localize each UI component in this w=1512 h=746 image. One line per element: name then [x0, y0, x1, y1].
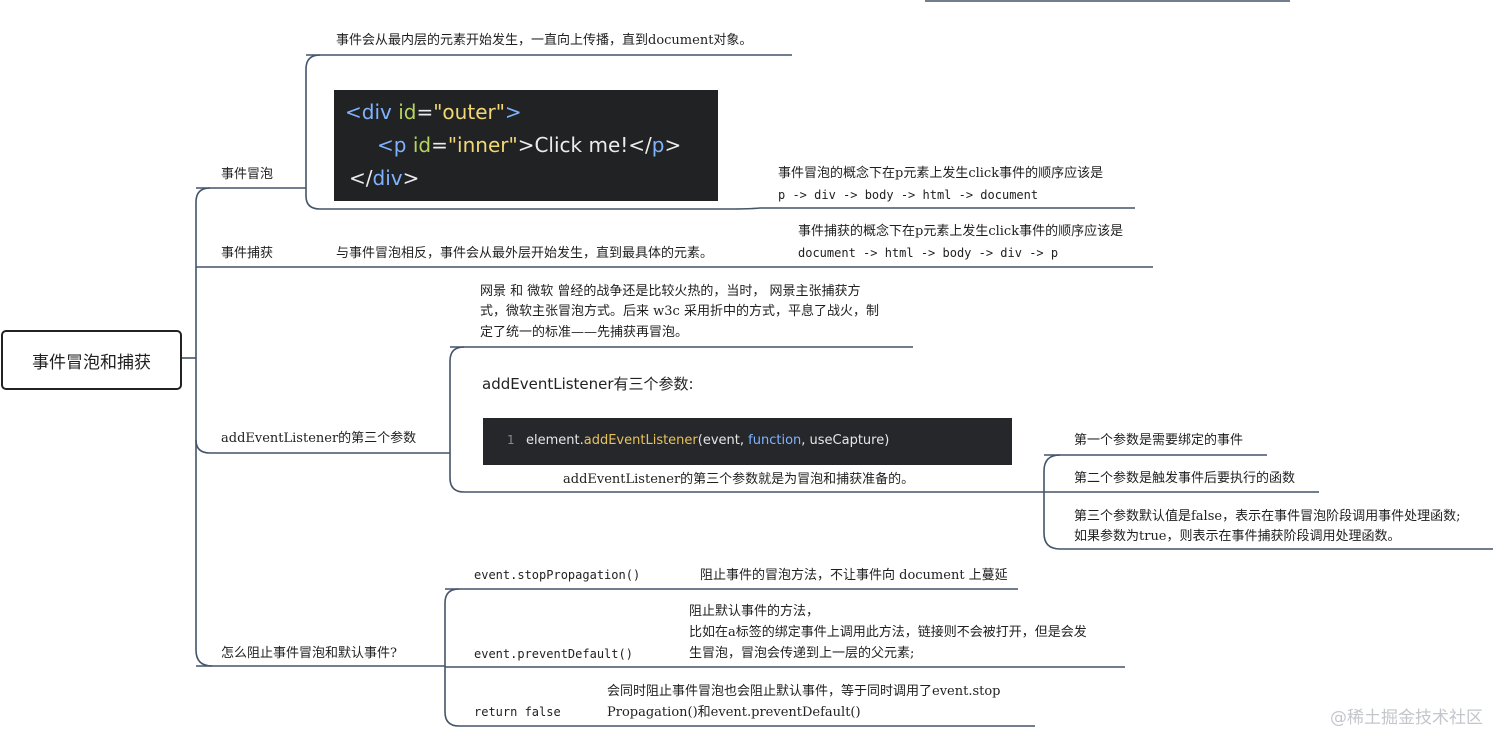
- method-prevent-default[interactable]: event.preventDefault(): [474, 644, 633, 665]
- history-line-2: 式，微软主张冒泡方式。后来 w3c 采用折中的方式，平息了战火，制: [480, 304, 879, 319]
- root-node-label: 事件冒泡和捕获: [32, 352, 151, 373]
- param-second[interactable]: 第二个参数是触发事件后要执行的函数: [1074, 468, 1295, 489]
- code-line-1: <div id="outer">: [345, 100, 522, 124]
- capturing-order-title: 事件捕获的概念下在p元素上发生click事件的顺序应该是: [798, 224, 1124, 239]
- method-stop-propagation[interactable]: event.stopPropagation(): [474, 565, 640, 586]
- add-event-listener-code: element.addEventListener(event, function…: [526, 433, 890, 448]
- bubbling-order-sequence: p -> div -> body -> html -> document: [778, 188, 1039, 202]
- branch-label-third-param[interactable]: addEventListener的第三个参数: [221, 428, 416, 449]
- method-return-false[interactable]: return false: [474, 702, 561, 723]
- param-third-line-2: 如果参数为true，则表示在事件捕获阶段调用处理函数。: [1074, 529, 1401, 544]
- prevent-default-desc-line-3: 生冒泡，冒泡会传递到上一层的父元素;: [689, 646, 915, 661]
- root-node[interactable]: 事件冒泡和捕获: [1, 330, 182, 390]
- code-line-number: 1: [507, 433, 515, 447]
- prevent-default-desc-line-2: 比如在a标签的绑定事件上调用此方法，链接则不会被打开，但是会发: [689, 625, 1087, 640]
- stop-propagation-desc: 阻止事件的冒泡方法，不让事件向 document 上蔓延: [700, 568, 1008, 583]
- branch-label-bubbling[interactable]: 事件冒泡: [221, 164, 273, 185]
- param-third-line-1[interactable]: 第三个参数默认值是false，表示在事件冒泡阶段调用事件处理函数;: [1074, 506, 1460, 527]
- prevent-default-desc-line-1: 阻止默认事件的方法，: [689, 604, 820, 619]
- params-panel-title: addEventListener有三个参数:: [482, 375, 694, 393]
- param-first[interactable]: 第一个参数是需要绑定的事件: [1074, 430, 1243, 451]
- capturing-order-sequence: document -> html -> body -> div -> p: [798, 246, 1059, 260]
- capturing-description: 与事件冒泡相反，事件会从最外层开始发生，直到最具体的元素。: [336, 246, 714, 261]
- branch-label-prevent[interactable]: 怎么阻止事件冒泡和默认事件?: [221, 643, 397, 664]
- return-false-desc-line-2: Propagation()和event.preventDefault(): [607, 705, 861, 720]
- return-false-desc-line-1: 会同时阻止事件冒泡也会阻止默认事件，等于同时调用了event.stop: [607, 684, 1001, 699]
- bubbling-code-image: <div id="outer"> <p id="inner">Click me!…: [334, 90, 718, 201]
- bubbling-description: 事件会从最内层的元素开始发生，一直向上传播，直到document对象。: [336, 33, 753, 48]
- branch-label-capturing[interactable]: 事件捕获: [221, 243, 273, 264]
- code-line-2: <p id="inner">Click me!</p>: [377, 133, 682, 157]
- params-panel-image: addEventListener有三个参数: 1 element.addEven…: [472, 363, 1012, 465]
- params-code-bar: 1 element.addEventListener(event, functi…: [483, 418, 1012, 465]
- history-line-3: 定了统一的标准——先捕获再冒泡。: [480, 325, 689, 340]
- third-param-summary: addEventListener的第三个参数就是为冒泡和捕获准备的。: [563, 472, 915, 487]
- code-line-3: </div>: [349, 166, 420, 190]
- history-line-1: 网景 和 微软 曾经的战争还是比较火热的，当时， 网景主张捕获方: [480, 284, 861, 299]
- bubbling-order-title: 事件冒泡的概念下在p元素上发生click事件的顺序应该是: [778, 166, 1104, 181]
- watermark: @稀土掘金技术社区: [1330, 708, 1483, 728]
